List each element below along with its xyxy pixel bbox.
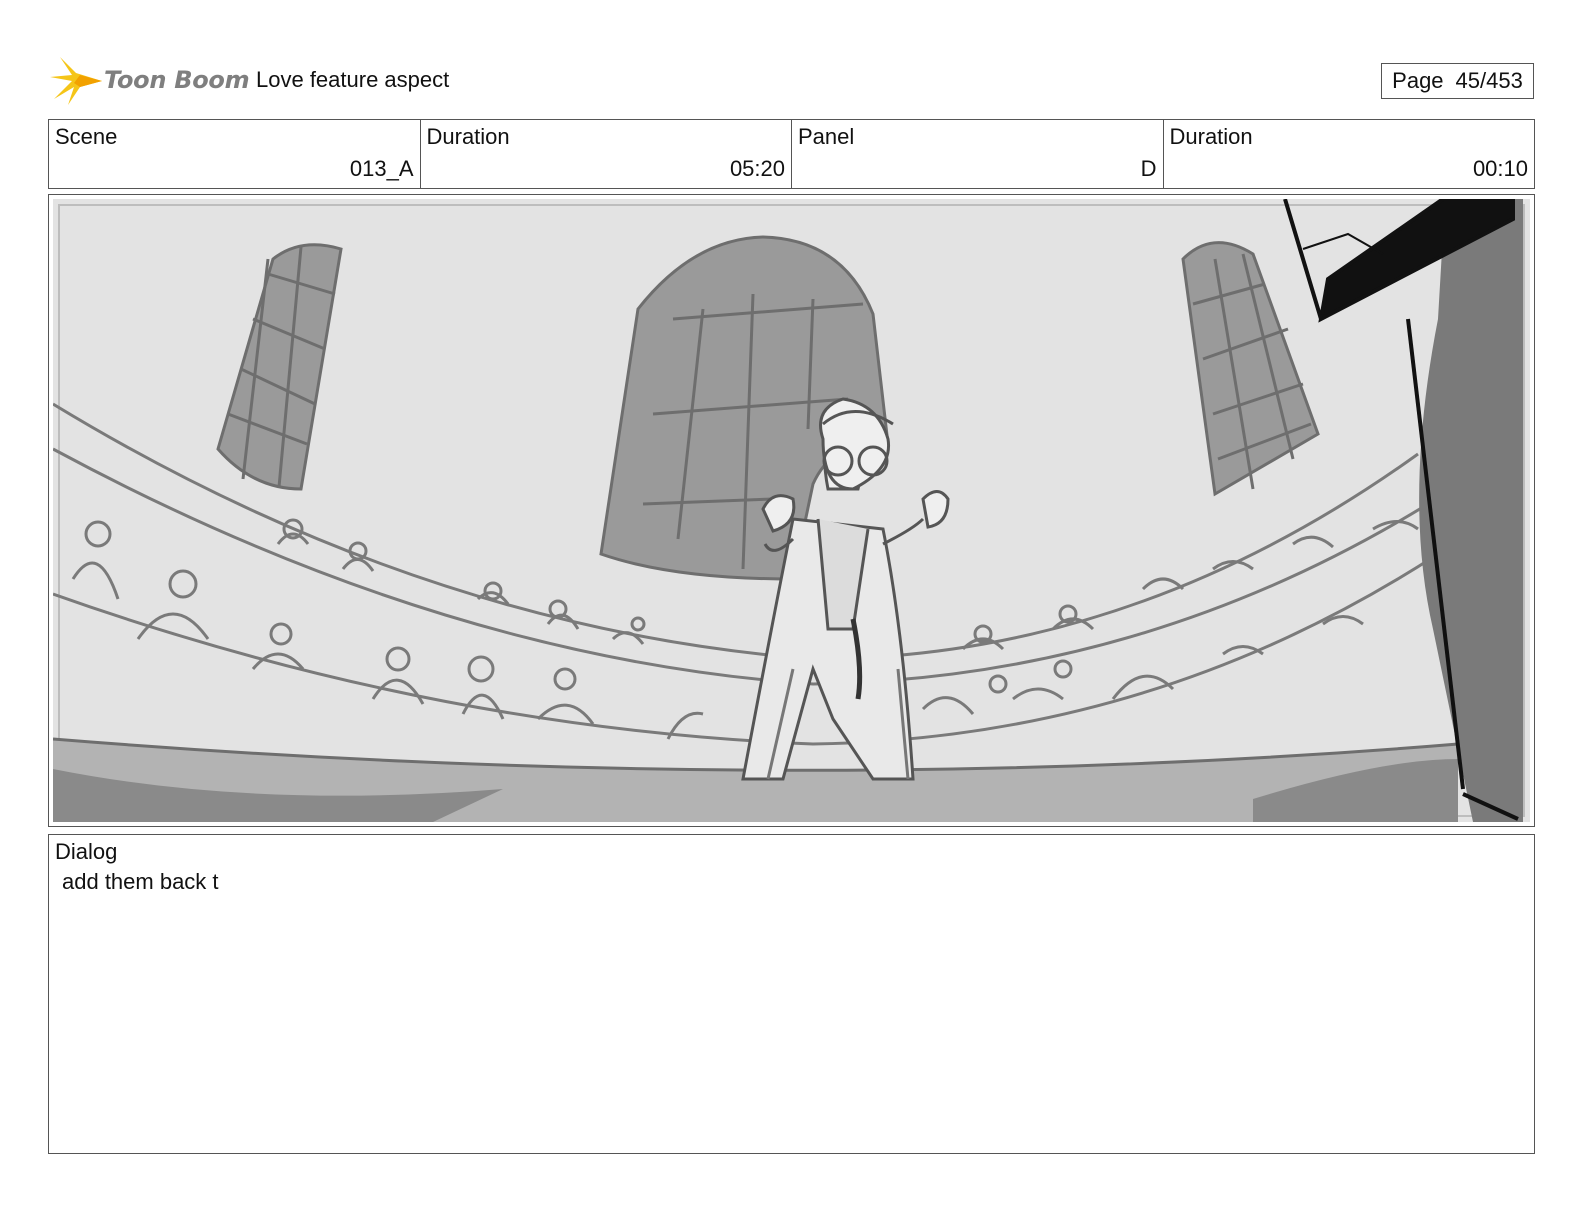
page-number: 45/453 [1455,68,1523,93]
scene-duration-value: 05:20 [729,156,785,181]
panel-duration-cell: Duration 00:10 [1164,120,1535,188]
dialog-text: add them back t [62,869,219,894]
panel-value: D [1140,156,1157,181]
scene-duration-label: Duration [426,124,510,149]
panel-cell: Panel D [792,120,1164,188]
logo-text: Toon Boom [104,66,250,94]
scene-label: Scene [55,124,118,149]
panel-duration-value: 00:10 [1472,156,1528,181]
toon-boom-logo: Toon Boom [50,55,250,107]
scene-value: 013_A [349,156,414,181]
dialog-box: Dialog add them back t [48,834,1535,1154]
storyboard-panel [48,194,1535,827]
star-burst-icon [50,57,102,105]
panel-sketch-image [53,199,1530,822]
scene-duration-cell: Duration 05:20 [421,120,792,188]
panel-duration-label: Duration [1169,124,1253,149]
dialog-label: Dialog [55,839,118,864]
project-title: Love feature aspect [256,67,450,92]
page-indicator: Page 45/453 [1381,63,1534,99]
scene-info-row: Scene 013_A Duration 05:20 Panel D Durat… [48,119,1535,189]
page-label: Page [1392,68,1444,93]
panel-label: Panel [798,124,855,149]
scene-cell: Scene 013_A [49,120,421,188]
